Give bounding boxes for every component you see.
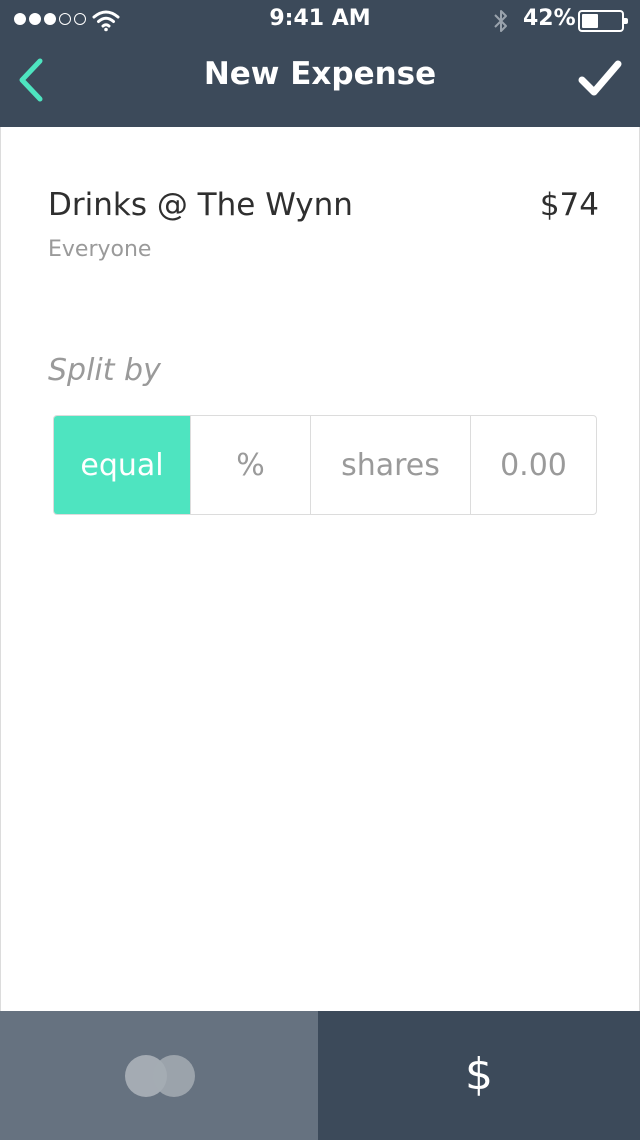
tab-split[interactable]: [0, 1011, 318, 1140]
split-option-percent[interactable]: %: [191, 416, 311, 514]
bluetooth-icon: [494, 10, 507, 32]
dollar-icon: $: [465, 1049, 493, 1100]
expense-name[interactable]: Drinks @ The Wynn: [48, 187, 353, 223]
split-by-label: Split by: [48, 353, 161, 388]
split-option-shares[interactable]: shares: [311, 416, 471, 514]
battery-fill: [582, 14, 598, 28]
bottom-tab-bar: $: [0, 1011, 640, 1140]
battery-percentage: 42%: [523, 6, 576, 31]
status-bar: 9:41 AM 42%: [0, 0, 640, 40]
checkmark-icon[interactable]: [576, 56, 624, 100]
expense-content: Drinks @ The Wynn $74 Everyone Split by …: [0, 127, 640, 1011]
split-circles-icon: [125, 1055, 195, 1097]
expense-amount[interactable]: $74: [540, 187, 599, 223]
battery-nub: [624, 18, 628, 24]
header: 9:41 AM 42% New Expense: [0, 0, 640, 127]
expense-participants[interactable]: Everyone: [48, 237, 151, 262]
split-option-exact-amount[interactable]: 0.00: [471, 416, 596, 514]
battery-icon: [578, 10, 628, 32]
split-method-selector: equal % shares 0.00: [53, 415, 597, 515]
tab-amount[interactable]: $: [318, 1011, 640, 1140]
page-title: New Expense: [203, 56, 437, 92]
split-option-equal[interactable]: equal: [54, 416, 191, 514]
